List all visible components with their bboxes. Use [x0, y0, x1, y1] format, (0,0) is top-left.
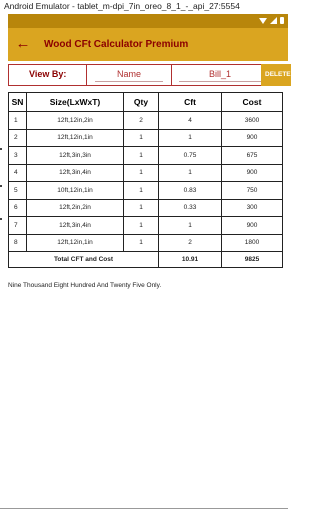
- cell-sn: 2: [8, 128, 27, 147]
- cell-cft: 0.33: [158, 198, 222, 217]
- table-row[interactable]: 7 12ft,3in,4in 1 1 900: [8, 216, 283, 235]
- cell-size: 12ft,3in,4in: [26, 216, 124, 235]
- app-title: Wood CFt Calculator Premium: [44, 39, 189, 50]
- cell-sn: 5: [8, 181, 27, 200]
- cell-cost: 750: [221, 181, 283, 200]
- table-row[interactable]: 1 12ft,12in,2in 2 4 3600: [8, 111, 283, 130]
- cell-qty: 2: [123, 111, 159, 130]
- cell-size: 12ft,3in,3in: [26, 146, 124, 165]
- cell-qty: 1: [123, 216, 159, 235]
- wifi-icon: [259, 17, 267, 24]
- signal-icon: [270, 17, 277, 24]
- cell-cft: 2: [158, 233, 222, 252]
- cell-cft: 1: [158, 163, 222, 182]
- edge-artifact: [0, 218, 2, 220]
- cell-sn: 7: [8, 216, 27, 235]
- cell-qty: 1: [123, 146, 159, 165]
- table-row[interactable]: 2 12ft,12in,1in 1 1 900: [8, 128, 283, 147]
- header-cost: Cost: [221, 92, 283, 112]
- cell-cost: 1800: [221, 233, 283, 252]
- cell-size: 10ft,12in,1in: [26, 181, 124, 200]
- divider: [171, 65, 172, 85]
- table-row[interactable]: 5 10ft,12in,1in 1 0.83 750: [8, 181, 283, 200]
- cell-cft: 0.75: [158, 146, 222, 165]
- table-row[interactable]: 3 12ft,3in,3in 1 0.75 675: [8, 146, 283, 165]
- cell-size: 12ft,12in,1in: [26, 233, 124, 252]
- cell-qty: 1: [123, 181, 159, 200]
- total-cft: 10.91: [158, 251, 222, 268]
- divider: [86, 65, 87, 85]
- cell-qty: 1: [123, 233, 159, 252]
- view-controls: View By: Name Bill_1 DELETE: [8, 64, 291, 86]
- app-bar: ← Wood CFt Calculator Premium: [8, 28, 288, 61]
- cell-cft: 1: [158, 128, 222, 147]
- cell-cost: 900: [221, 216, 283, 235]
- bill-select[interactable]: Bill_1: [179, 67, 261, 82]
- cell-cost: 675: [221, 146, 283, 165]
- total-row: Total CFT and Cost 10.91 9825: [8, 251, 283, 268]
- header-size: Size(LxWxT): [26, 92, 124, 112]
- cell-qty: 1: [123, 163, 159, 182]
- status-bar: [8, 14, 288, 28]
- cell-cft: 4: [158, 111, 222, 130]
- cell-size: 12ft,3in,4in: [26, 163, 124, 182]
- cell-cost: 900: [221, 128, 283, 147]
- cell-sn: 1: [8, 111, 27, 130]
- emulator-window-title: Android Emulator - tablet_m-dpi_7in_oreo…: [0, 0, 288, 14]
- battery-icon: [280, 17, 284, 24]
- cell-cft: 0.83: [158, 181, 222, 200]
- cell-size: 12ft,2in,2in: [26, 198, 124, 217]
- items-table: SN Size(LxWxT) Qty Cft Cost 1 12ft,12in,…: [8, 92, 283, 268]
- amount-in-words: Nine Thousand Eight Hundred And Twenty F…: [8, 282, 162, 289]
- table-row[interactable]: 8 12ft,12in,1in 1 2 1800: [8, 233, 283, 252]
- bottom-border: [0, 508, 288, 509]
- view-by-label: View By:: [29, 69, 67, 79]
- table-header-row: SN Size(LxWxT) Qty Cft Cost: [8, 92, 283, 112]
- name-select[interactable]: Name: [95, 67, 163, 82]
- table-row[interactable]: 4 12ft,3in,4in 1 1 900: [8, 163, 283, 182]
- header-qty: Qty: [123, 92, 159, 112]
- total-label: Total CFT and Cost: [8, 251, 159, 268]
- cell-size: 12ft,12in,2in: [26, 111, 124, 130]
- cell-sn: 4: [8, 163, 27, 182]
- total-cost: 9825: [221, 251, 283, 268]
- cell-sn: 6: [8, 198, 27, 217]
- cell-sn: 8: [8, 233, 27, 252]
- header-cft: Cft: [158, 92, 222, 112]
- cell-cost: 900: [221, 163, 283, 182]
- header-sn: SN: [8, 92, 27, 112]
- cell-size: 12ft,12in,1in: [26, 128, 124, 147]
- edge-artifact: [0, 148, 2, 150]
- delete-button[interactable]: DELETE: [261, 64, 291, 86]
- cell-cost: 3600: [221, 111, 283, 130]
- edge-artifact: [0, 185, 2, 187]
- table-row[interactable]: 6 12ft,2in,2in 1 0.33 300: [8, 198, 283, 217]
- cell-qty: 1: [123, 128, 159, 147]
- cell-cft: 1: [158, 216, 222, 235]
- cell-qty: 1: [123, 198, 159, 217]
- status-icons: [259, 17, 284, 24]
- cell-cost: 300: [221, 198, 283, 217]
- cell-sn: 3: [8, 146, 27, 165]
- back-arrow-icon[interactable]: ←: [14, 36, 32, 54]
